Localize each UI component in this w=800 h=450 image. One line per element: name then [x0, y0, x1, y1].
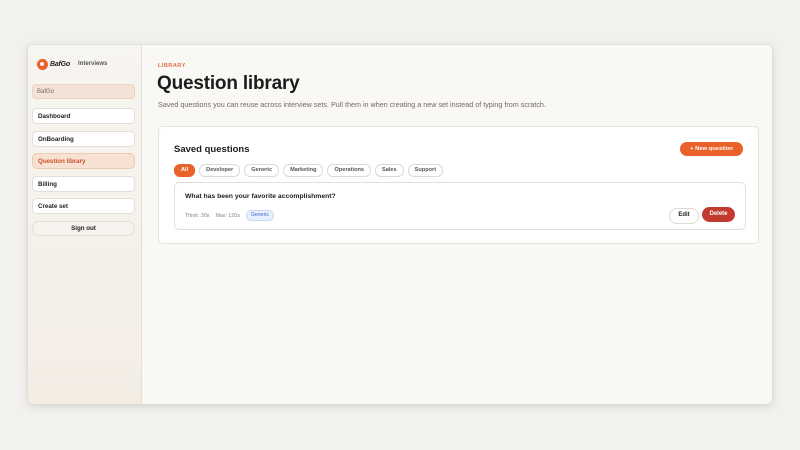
org-selector[interactable]: BafGo — [32, 84, 135, 99]
main-content: LIBRARY Question library Saved questions… — [142, 45, 772, 404]
edit-button[interactable]: Edit — [669, 208, 699, 224]
brand[interactable]: BafGo Interviews — [37, 57, 135, 71]
think-time: Think: 30s — [185, 212, 210, 219]
filter-chips: All Developer Generic Marketing Operatio… — [174, 164, 447, 177]
filter-chip-sales[interactable]: Sales — [375, 164, 404, 177]
sidebar: BafGo Interviews BafGo Dashboard OnBoard… — [28, 45, 142, 404]
delete-button[interactable]: Delete — [702, 207, 735, 222]
filter-chip-developer[interactable]: Developer — [199, 164, 241, 177]
sign-out-button[interactable]: Sign out — [32, 220, 135, 236]
sidebar-item-dashboard[interactable]: Dashboard — [32, 108, 135, 124]
sidebar-nav: Dashboard OnBoarding Question library Bi… — [32, 108, 135, 214]
page-subtitle: Saved questions you can reuse across int… — [158, 100, 546, 109]
question-item: What has been your favorite accomplishme… — [174, 182, 746, 230]
sidebar-item-onboarding[interactable]: OnBoarding — [32, 130, 135, 147]
sidebar-item-create-set[interactable]: Create set — [32, 198, 135, 214]
app-window: BafGo Interviews BafGo Dashboard OnBoard… — [28, 45, 772, 404]
filter-chip-generic[interactable]: Generic — [244, 164, 280, 177]
card-title: Saved questions — [174, 144, 250, 155]
filter-chip-support[interactable]: Support — [407, 164, 444, 177]
max-time: Max: 120s — [215, 212, 240, 219]
question-text: What has been your favorite accomplishme… — [185, 193, 336, 200]
logo-icon — [37, 58, 48, 70]
brand-section: Interviews — [78, 61, 108, 67]
sidebar-item-question-library[interactable]: Question library — [32, 153, 135, 169]
saved-questions-card: Saved questions + New question All Devel… — [158, 126, 759, 244]
filter-chip-marketing[interactable]: Marketing — [283, 164, 324, 177]
filter-chip-all[interactable]: All — [174, 164, 196, 177]
page-eyebrow: LIBRARY — [158, 63, 186, 69]
filter-chip-operations[interactable]: Operations — [327, 164, 372, 177]
sidebar-item-billing[interactable]: Billing — [32, 175, 135, 192]
page-title: Question library — [157, 73, 300, 94]
category-tag: Generic — [245, 210, 275, 221]
new-question-button[interactable]: + New question — [680, 142, 743, 156]
brand-name: BafGo — [50, 60, 71, 68]
question-meta: Think: 30s Max: 120s Generic — [185, 210, 275, 221]
